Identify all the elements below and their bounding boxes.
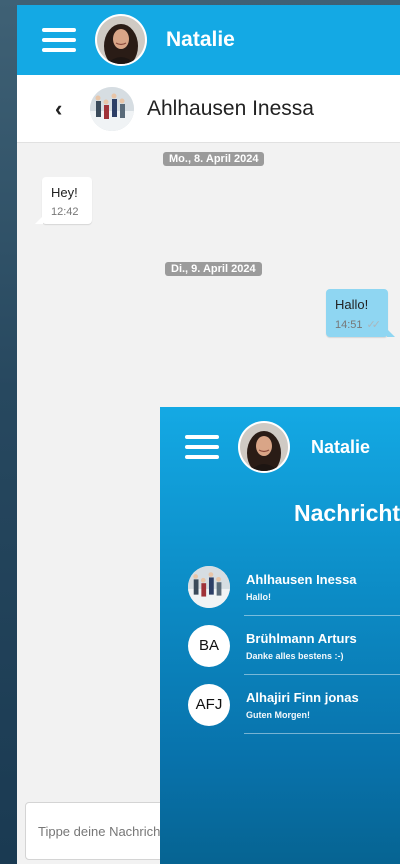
conversation-preview: Guten Morgen! — [246, 709, 310, 720]
message-time: 12:42 — [51, 206, 79, 218]
message-outgoing[interactable]: Hallo! 14:51 ✓✓ — [326, 289, 395, 337]
conversation-preview: Danke alles bestens :-) — [246, 650, 344, 661]
user-name: Natalie — [166, 28, 235, 51]
conversation-item[interactable]: AFJ Alhajiri Finn jonas Guten Morgen! — [160, 675, 400, 734]
app-bar: Natalie — [17, 5, 400, 75]
contact-avatar[interactable] — [90, 86, 134, 131]
conversation-preview: Hallo! — [246, 591, 272, 602]
user-avatar[interactable] — [95, 14, 147, 66]
contact-header: ‹ Ahlhausen Inessa — [17, 75, 400, 143]
user-avatar[interactable] — [238, 421, 290, 473]
conversation-item[interactable]: Ahlhausen Inessa Hallo! — [160, 557, 400, 616]
double-check-icon: ✓✓ — [366, 319, 382, 331]
conversation-list: Ahlhausen Inessa Hallo! BA Brühlmann Art… — [160, 557, 400, 734]
conversation-name: Alhajiri Finn jonas — [246, 689, 359, 705]
menu-icon[interactable] — [42, 28, 76, 52]
message-text: Hey! — [51, 185, 78, 200]
contact-name: Ahlhausen Inessa — [147, 96, 314, 120]
message-text: Hallo! — [335, 297, 369, 312]
message-incoming[interactable]: Hey! 12:42 — [35, 177, 92, 224]
initials-avatar: AFJ — [188, 683, 230, 726]
date-separator: Di., 9. April 2024 — [165, 262, 262, 276]
contact-avatar — [188, 565, 230, 608]
menu-icon[interactable] — [185, 435, 219, 459]
chevron-left-icon[interactable]: ‹ — [55, 96, 75, 122]
message-time: 14:51 ✓✓ — [335, 318, 382, 332]
date-separator: Mo., 8. April 2024 — [163, 152, 265, 166]
conversation-name: Ahlhausen Inessa — [246, 571, 357, 587]
page-title: Nachrichten — [294, 500, 400, 526]
conversations-window: Natalie Nachrichten Ahlhause — [160, 407, 400, 864]
initials-avatar: BA — [188, 624, 230, 667]
app-bar: Natalie — [160, 407, 400, 487]
conversation-name: Brühlmann Arturs — [246, 630, 357, 646]
user-name: Natalie — [311, 436, 371, 457]
conversation-item[interactable]: BA Brühlmann Arturs Danke alles bestens … — [160, 616, 400, 675]
